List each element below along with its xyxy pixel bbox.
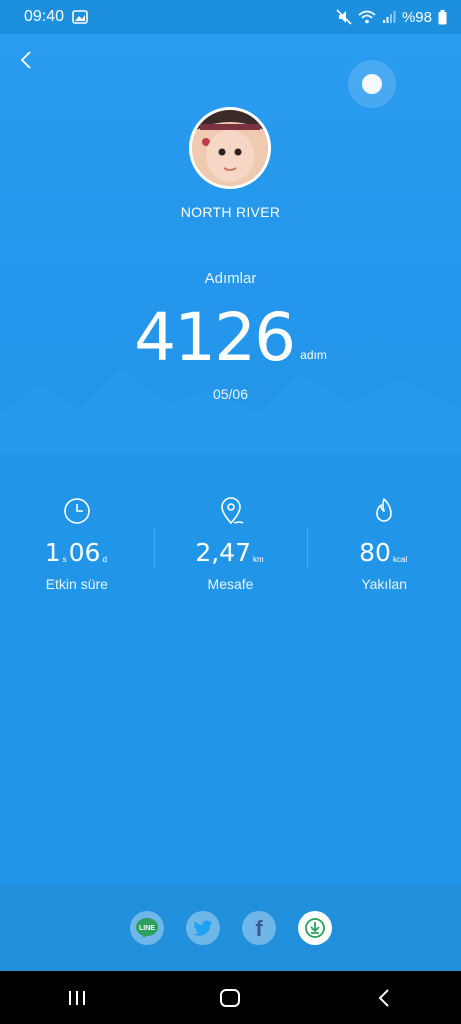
share-line-button[interactable]: LINE	[129, 911, 164, 945]
battery-icon	[438, 9, 447, 24]
nav-back-button[interactable]	[364, 978, 404, 1018]
share-download-button[interactable]	[297, 911, 332, 945]
facebook-icon-label: f	[255, 917, 263, 939]
date-label: 05/06	[212, 386, 249, 402]
stat-active-time: 1 s 06 d Etkin süre	[0, 490, 154, 600]
status-bar: 09:40 %98	[0, 0, 461, 34]
share-bar: LINE f	[0, 885, 461, 971]
home-icon	[220, 988, 241, 1007]
steps-unit: adım	[300, 348, 327, 362]
calories-value: 80	[359, 538, 391, 567]
calories-label: Yakılan	[361, 576, 408, 592]
stats-row: 1 s 06 d Etkin süre 2,47 km Mesafe 80 kc…	[0, 490, 461, 600]
twitter-icon	[192, 919, 212, 936]
mute-icon	[336, 9, 352, 25]
location-pin-icon	[220, 497, 243, 525]
avatar-photo	[192, 110, 268, 186]
sun-icon	[348, 60, 396, 108]
recent-apps-button[interactable]	[57, 978, 97, 1018]
back-icon	[378, 988, 389, 1007]
clock-icon	[64, 498, 90, 524]
back-button[interactable]	[12, 46, 40, 74]
facebook-icon: f	[255, 917, 263, 939]
gallery-icon	[72, 10, 88, 24]
share-twitter-button[interactable]	[185, 911, 220, 945]
battery-percent: %98	[401, 8, 432, 26]
distance-label: Mesafe	[207, 576, 254, 592]
distance-value: 2,47	[195, 538, 251, 567]
wifi-icon	[358, 10, 376, 24]
active-time-minutes: 06	[68, 538, 101, 567]
system-nav-bar	[0, 971, 461, 1024]
status-time: 09:40	[24, 8, 65, 25]
steps-value: 4126	[134, 299, 296, 376]
active-time-minutes-unit: d	[102, 555, 107, 564]
line-icon-label: LINE	[139, 925, 155, 932]
active-time-hours: 1	[44, 538, 61, 567]
signal-icon	[382, 11, 396, 23]
flame-icon	[376, 498, 392, 522]
recent-apps-icon	[68, 990, 85, 1005]
avatar[interactable]	[189, 107, 271, 189]
user-name: NORTH RIVER	[180, 204, 281, 220]
steps-count: 4126 adım	[0, 298, 461, 378]
share-facebook-button[interactable]: f	[241, 911, 276, 945]
download-icon	[304, 918, 325, 938]
distance-unit: km	[253, 555, 264, 564]
chevron-left-icon	[20, 51, 31, 69]
active-time-label: Etkin süre	[45, 576, 108, 592]
home-button[interactable]	[210, 978, 250, 1018]
calories-unit: kcal	[392, 555, 408, 564]
line-icon: LINE	[135, 918, 158, 938]
active-time-hours-unit: s	[62, 555, 67, 564]
steps-label: Adımlar	[204, 270, 257, 287]
stat-distance: 2,47 km Mesafe	[153, 490, 308, 600]
stat-calories: 80 kcal Yakılan	[307, 490, 461, 600]
hero-panel: NORTH RIVER Adımlar 4126 adım 05/06	[0, 34, 461, 454]
